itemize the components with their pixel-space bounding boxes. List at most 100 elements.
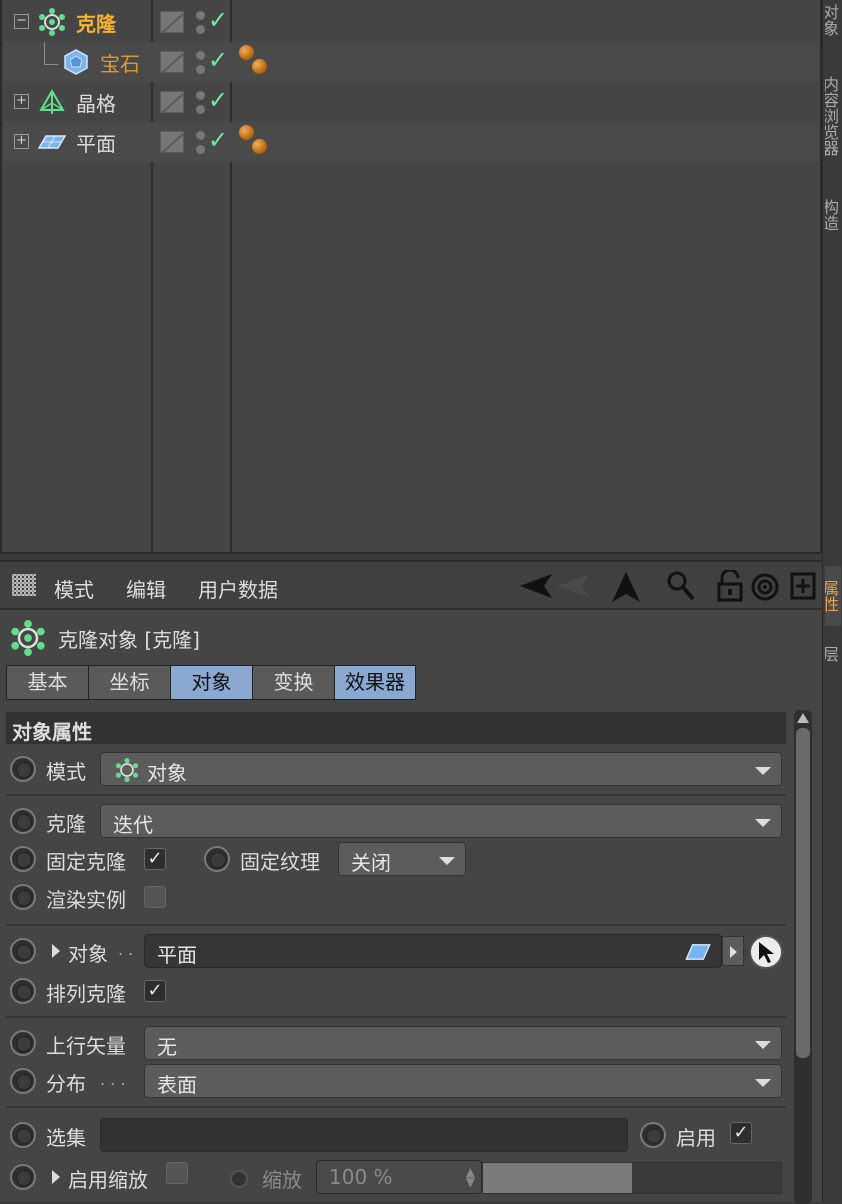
attribute-scrollbar[interactable] <box>794 710 812 1204</box>
object-name[interactable]: 平面 <box>76 128 116 157</box>
object-name[interactable]: 宝石 <box>100 48 140 77</box>
expand-icon[interactable]: + <box>14 94 29 109</box>
prop-label: 上行矢量 <box>46 1034 126 1058</box>
selection-field[interactable] <box>100 1118 628 1152</box>
mode-dropdown[interactable]: 对象 <box>100 752 782 786</box>
attribute-menubar: 模式 编辑 用户数据 <box>0 562 822 610</box>
render-instances-checkbox[interactable] <box>144 886 166 908</box>
object-row-gem[interactable]: 宝石 ✓ <box>4 42 820 82</box>
scale-input[interactable]: 100 % ▲ ▼ <box>316 1160 482 1194</box>
scale-slider[interactable] <box>482 1162 782 1194</box>
animate-radio[interactable] <box>10 884 36 910</box>
animate-radio[interactable] <box>10 938 36 964</box>
prop-label: 渲染实例 <box>46 888 126 912</box>
pick-object-icon[interactable] <box>748 934 784 970</box>
prop-label: 缩放 <box>262 1168 302 1192</box>
animate-radio[interactable] <box>640 1122 666 1148</box>
visibility-dots[interactable] <box>196 51 206 75</box>
spinner-icon[interactable]: ▲ ▼ <box>466 1166 475 1188</box>
visibility-dots[interactable] <box>196 91 206 115</box>
animate-radio[interactable] <box>10 1164 36 1190</box>
object-title: 克隆对象 [克隆] <box>58 628 200 652</box>
enable-checkbox[interactable]: ✓ <box>730 1122 752 1144</box>
scale-value: 100 % <box>329 1165 393 1189</box>
fix-clone-checkbox[interactable]: ✓ <box>144 848 166 870</box>
expand-arrow-icon[interactable] <box>52 1170 60 1184</box>
search-icon[interactable] <box>666 570 696 602</box>
material-tag-icon[interactable] <box>239 123 273 159</box>
expand-icon[interactable]: + <box>14 134 29 149</box>
new-panel-icon[interactable] <box>790 572 816 600</box>
menu-edit[interactable]: 编辑 <box>126 574 166 603</box>
chevron-down-icon <box>755 819 771 827</box>
target-icon[interactable] <box>750 572 780 602</box>
tab-coordinates[interactable]: 坐标 <box>89 666 171 699</box>
object-row-lattice[interactable]: + 晶格 ✓ <box>4 82 820 122</box>
object-row-plane[interactable]: + 平面 ✓ <box>4 122 820 162</box>
tree-line <box>44 64 58 65</box>
prop-label: 固定克隆 <box>46 850 126 874</box>
object-row-cloner[interactable]: − 克隆 ✓ <box>4 2 820 42</box>
scroll-thumb[interactable] <box>796 728 810 1058</box>
prop-fix-clone: 固定克隆 ✓ 固定纹理 关闭 <box>6 842 786 878</box>
animate-radio[interactable] <box>204 846 230 872</box>
grid-icon[interactable] <box>12 574 36 596</box>
cloner-icon <box>115 758 139 782</box>
tab-objects[interactable]: 对象 <box>825 0 841 40</box>
visibility-dots[interactable] <box>196 11 206 35</box>
object-name[interactable]: 克隆 <box>76 8 116 37</box>
enabled-check-icon[interactable]: ✓ <box>208 86 228 114</box>
scroll-up-icon[interactable] <box>797 713 809 723</box>
chevron-down-icon <box>755 767 771 775</box>
tab-content-browser[interactable]: 内容浏览器 <box>825 56 841 176</box>
tab-attributes[interactable]: 属性 <box>825 566 841 626</box>
enabled-check-icon[interactable]: ✓ <box>208 6 228 34</box>
enable-scale-checkbox[interactable] <box>166 1162 188 1184</box>
up-vector-dropdown[interactable]: 无 <box>144 1026 782 1060</box>
layer-toggle[interactable] <box>160 51 184 73</box>
arrange-clones-checkbox[interactable]: ✓ <box>144 980 166 1002</box>
layer-toggle[interactable] <box>160 131 184 153</box>
tab-basic[interactable]: 基本 <box>7 666 89 699</box>
animate-radio[interactable] <box>10 756 36 782</box>
enabled-check-icon[interactable]: ✓ <box>208 126 228 154</box>
tab-transform[interactable]: 变换 <box>253 666 335 699</box>
unlock-icon[interactable] <box>716 570 744 602</box>
animate-radio[interactable] <box>10 1068 36 1094</box>
animate-radio-disabled <box>230 1170 248 1188</box>
platonic-icon <box>64 49 88 75</box>
collapse-icon[interactable]: − <box>14 14 29 29</box>
tab-layers[interactable]: 层 <box>825 636 841 672</box>
object-name[interactable]: 晶格 <box>76 88 116 117</box>
up-arrow-icon[interactable] <box>610 570 642 604</box>
prop-distribution: 分布 . . . 表面 <box>6 1064 786 1100</box>
chevron-down-icon <box>755 1079 771 1087</box>
animate-radio[interactable] <box>10 846 36 872</box>
animate-radio[interactable] <box>10 978 36 1004</box>
animate-radio[interactable] <box>10 1122 36 1148</box>
menu-mode[interactable]: 模式 <box>54 574 94 603</box>
back-arrow-icon[interactable] <box>518 572 590 600</box>
tab-structure[interactable]: 构造 <box>825 190 841 240</box>
animate-radio[interactable] <box>10 1030 36 1056</box>
material-tag-icon[interactable] <box>239 43 273 79</box>
prop-mode: 模式 对象 <box>6 752 786 788</box>
menu-user-data[interactable]: 用户数据 <box>198 574 278 603</box>
tree-line <box>44 42 45 64</box>
label-dots: . . . <box>100 1070 126 1089</box>
distribution-dropdown[interactable]: 表面 <box>144 1064 782 1098</box>
fix-texture-dropdown[interactable]: 关闭 <box>338 842 466 876</box>
layer-toggle[interactable] <box>160 11 184 33</box>
enabled-check-icon[interactable]: ✓ <box>208 46 228 74</box>
link-options-button[interactable] <box>722 936 744 966</box>
tab-object[interactable]: 对象 <box>171 666 253 699</box>
tab-effectors[interactable]: 效果器 <box>335 666 415 699</box>
up-vector-value: 无 <box>157 1035 177 1059</box>
section-title: 对象属性 <box>6 712 786 744</box>
clones-dropdown[interactable]: 迭代 <box>100 804 782 838</box>
expand-arrow-icon[interactable] <box>52 944 60 958</box>
animate-radio[interactable] <box>10 808 36 834</box>
layer-toggle[interactable] <box>160 91 184 113</box>
object-link-field[interactable]: 平面 <box>144 934 722 968</box>
visibility-dots[interactable] <box>196 131 206 155</box>
